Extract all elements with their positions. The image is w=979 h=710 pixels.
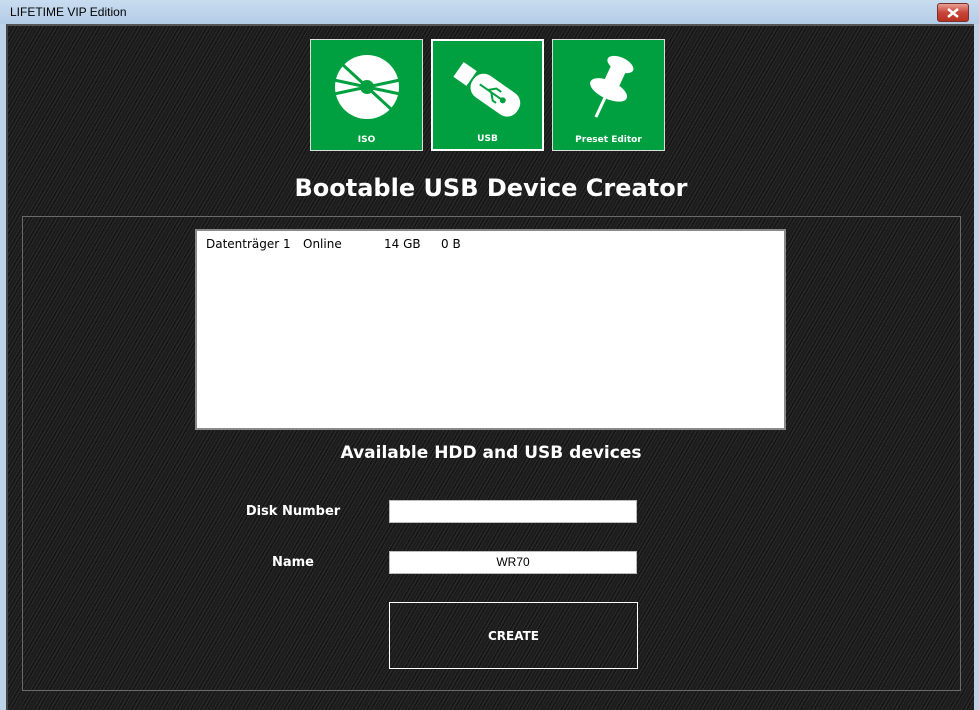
usb-drive-icon: [452, 61, 520, 117]
device-status: Online: [303, 237, 342, 251]
tile-iso[interactable]: ISO: [310, 39, 423, 151]
tile-preset-editor[interactable]: Preset Editor: [552, 39, 665, 151]
name-input[interactable]: WR70: [389, 551, 637, 574]
name-label: Name: [271, 555, 314, 570]
page-title: Bootable USB Device Creator: [294, 174, 688, 202]
window-title: LIFETIME VIP Edition: [10, 5, 127, 19]
device-size: 14 GB: [384, 237, 421, 251]
close-x-icon: [947, 7, 959, 18]
tile-preset-editor-label: Preset Editor: [575, 135, 642, 145]
tile-iso-label: ISO: [357, 135, 376, 145]
devices-caption: Available HDD and USB devices: [340, 443, 642, 463]
close-button[interactable]: [937, 3, 969, 22]
device-free: 0 B: [441, 237, 461, 251]
list-item[interactable]: Datenträger 1 Online 14 GB 0 B: [206, 237, 461, 251]
pushpin-icon: [589, 55, 633, 118]
disc-icon: [333, 55, 400, 119]
devices-list[interactable]: Datenträger 1 Online 14 GB 0 B: [195, 229, 786, 430]
title-bar: LIFETIME VIP Edition: [0, 0, 979, 24]
app-client-area: ISO USB Preset Editor Bootable USB Devic…: [6, 24, 974, 710]
disk-number-input[interactable]: [389, 500, 637, 523]
tile-usb-label: USB: [477, 134, 498, 144]
disk-number-label: Disk Number: [245, 504, 341, 519]
tile-usb[interactable]: USB: [431, 39, 544, 151]
create-button[interactable]: CREATE: [389, 602, 638, 669]
device-name: Datenträger 1: [206, 237, 291, 251]
